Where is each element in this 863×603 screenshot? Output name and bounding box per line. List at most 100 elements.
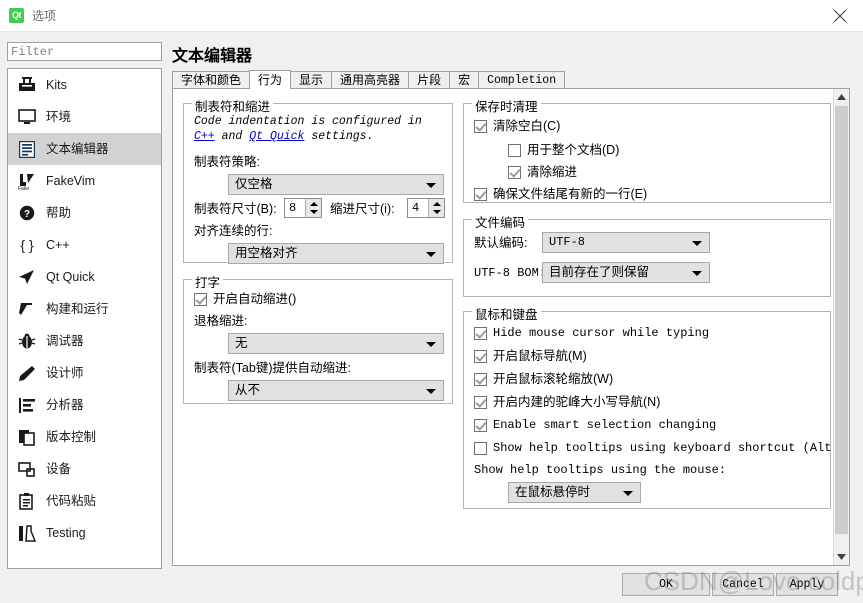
tab-key-indent-combo[interactable]: 从不 (228, 380, 444, 401)
sidebar-item-analyzer[interactable]: 分析器 (8, 389, 161, 421)
hide-cursor-checkbox[interactable]: Hide mouse cursor while typing (474, 325, 709, 341)
checkbox-box[interactable] (474, 119, 487, 133)
chevron-down-icon (426, 252, 436, 257)
align-continuation-value: 用空格对齐 (235, 246, 298, 260)
sidebar-item-kits[interactable]: Kits (8, 69, 161, 101)
chevron-down-icon (426, 342, 436, 347)
sidebar-item-label: Kits (46, 78, 67, 92)
mouse-navigation-checkbox[interactable]: 开启鼠标导航(M) (474, 348, 587, 364)
backspace-indent-label: 退格缩进: (194, 314, 248, 328)
sidebar-item-label: FakeVim (46, 174, 96, 188)
align-continuation-label: 对齐连续的行: (194, 224, 273, 238)
wheel-zoom-label: 开启鼠标滚轮缩放(W) (493, 372, 614, 386)
checkbox-box[interactable] (474, 395, 487, 409)
hide-cursor-label: Hide mouse cursor while typing (493, 326, 710, 340)
monitor-icon (16, 106, 38, 128)
checkbox-box[interactable] (474, 187, 487, 201)
pencil-icon (16, 362, 38, 384)
tab-bar[interactable]: 字体和颜色 行为 显示 通用高亮器 片段 宏 Completion (172, 70, 566, 89)
close-glyph (833, 9, 847, 23)
checkbox-box[interactable] (194, 292, 207, 306)
options-dialog: Qt 选项 Kits (0, 0, 863, 603)
tab-size-label: 制表符尺寸(B): (194, 202, 277, 216)
group-title: 鼠标和键盘 (472, 304, 541, 323)
ensure-newline-checkbox[interactable]: 确保文件结尾有新的一行(E) (474, 186, 647, 202)
spinner-buttons[interactable] (305, 199, 321, 217)
align-continuation-combo[interactable]: 用空格对齐 (228, 243, 444, 264)
sidebar-item-qt-quick[interactable]: Qt Quick (8, 261, 161, 293)
spinner-up-icon[interactable] (433, 202, 441, 206)
clean-indentation-label: 清除缩进 (527, 165, 578, 179)
tab-generic-highlighter[interactable]: 通用高亮器 (331, 71, 410, 89)
sidebar-item-environment[interactable]: 环境 (8, 101, 161, 133)
smart-selection-checkbox[interactable]: Enable smart selection changing (474, 417, 716, 433)
sidebar-item-testing[interactable]: Testing (8, 517, 161, 549)
backspace-indent-combo[interactable]: 无 (228, 333, 444, 354)
scroll-down-icon[interactable] (834, 549, 849, 565)
sidebar-item-fakevim[interactable]: Fake FakeVim (8, 165, 161, 197)
cpp-settings-link[interactable]: C++ (194, 130, 215, 143)
utf8-bom-combo[interactable]: 目前存在了则保留 (542, 262, 710, 283)
checkbox-box[interactable] (508, 165, 521, 179)
sidebar-item-build-run[interactable]: 构建和运行 (8, 293, 161, 325)
spinner-down-icon[interactable] (433, 210, 441, 214)
clean-whitespace-checkbox[interactable]: 清除空白(C) (474, 118, 560, 134)
checkbox-box[interactable] (474, 372, 487, 386)
spinner-up-icon[interactable] (310, 202, 318, 206)
tab-size-spinbox[interactable]: 8 (284, 198, 322, 218)
group-cleanup-on-save: 保存时清理 清除空白(C) 用于整个文档(D) 清除缩进 确保文件结尾有新的一行… (463, 96, 831, 203)
tab-snippets[interactable]: 片段 (408, 71, 451, 89)
wheel-zoom-checkbox[interactable]: 开启鼠标滚轮缩放(W) (474, 371, 613, 387)
chevron-down-icon (623, 491, 633, 496)
tab-display[interactable]: 显示 (290, 71, 333, 89)
whole-document-checkbox[interactable]: 用于整个文档(D) (508, 142, 619, 158)
camel-case-navigation-checkbox[interactable]: 开启内建的驼峰大小写导航(N) (474, 394, 660, 410)
sidebar-item-label: 代码粘贴 (46, 494, 97, 508)
checkbox-box[interactable] (474, 349, 487, 363)
tab-macros[interactable]: 宏 (449, 71, 480, 89)
scroll-up-icon[interactable] (834, 89, 849, 105)
tab-completion[interactable]: Completion (478, 71, 566, 89)
indent-size-spinbox[interactable]: 4 (407, 198, 445, 218)
sidebar-item-label: 帮助 (46, 206, 72, 220)
qtquick-settings-link[interactable]: Qt Quick (249, 130, 304, 143)
default-encoding-combo[interactable]: UTF-8 (542, 232, 710, 253)
title-bar: Qt 选项 (0, 0, 863, 32)
auto-indent-checkbox[interactable]: 开启自动缩进() (194, 291, 296, 307)
checkbox-box[interactable] (474, 418, 487, 432)
tooltip-mouse-combo[interactable]: 在鼠标悬停时 (508, 482, 641, 503)
close-icon[interactable] (817, 0, 863, 31)
checkbox-box[interactable] (508, 143, 521, 157)
backspace-indent-value: 无 (235, 336, 248, 350)
sidebar-item-debugger[interactable]: 调试器 (8, 325, 161, 357)
sidebar-item-help[interactable]: ? 帮助 (8, 197, 161, 229)
sidebar-item-cpp[interactable]: { } C++ (8, 229, 161, 261)
chevron-down-icon (692, 271, 702, 276)
checkbox-box[interactable] (474, 326, 487, 340)
sidebar-item-designer[interactable]: 设计师 (8, 357, 161, 389)
sidebar-item-devices[interactable]: 设备 (8, 453, 161, 485)
tab-behavior[interactable]: 行为 (249, 70, 292, 89)
sidebar-item-version-control[interactable]: 版本控制 (8, 421, 161, 453)
sidebar-item-code-paste[interactable]: 代码粘贴 (8, 485, 161, 517)
behavior-tab-panel: 制表符和缩进 Code indentation is configured in… (172, 88, 850, 566)
clean-indentation-checkbox[interactable]: 清除缩进 (508, 164, 577, 180)
tooltip-keyboard-checkbox[interactable]: Show help tooltips using keyboard shortc… (474, 440, 839, 456)
filter-input[interactable] (7, 42, 162, 61)
tab-policy-combo[interactable]: 仅空格 (228, 174, 444, 195)
spinner-buttons[interactable] (428, 199, 444, 217)
clean-whitespace-label: 清除空白(C) (493, 119, 561, 133)
vertical-scrollbar[interactable] (833, 89, 849, 565)
tab-font-colors[interactable]: 字体和颜色 (172, 71, 251, 89)
spinner-down-icon[interactable] (310, 210, 318, 214)
scrollbar-thumb[interactable] (835, 106, 848, 534)
cancel-button[interactable]: Cancel (712, 573, 774, 596)
tooltip-mouse-label: Show help tooltips using the mouse: (474, 463, 727, 477)
ok-button[interactable]: OK (622, 573, 710, 596)
page-title: 文本编辑器 (172, 48, 253, 65)
sidebar-item-text-editor[interactable]: 文本编辑器 (8, 133, 161, 165)
checkbox-box[interactable] (474, 441, 487, 455)
category-sidebar[interactable]: Kits 环境 文本编辑器 Fake FakeVim ? 帮助 {} C++ … (7, 68, 162, 569)
svg-text:Fake: Fake (18, 186, 29, 190)
apply-button[interactable]: Apply (776, 573, 838, 596)
